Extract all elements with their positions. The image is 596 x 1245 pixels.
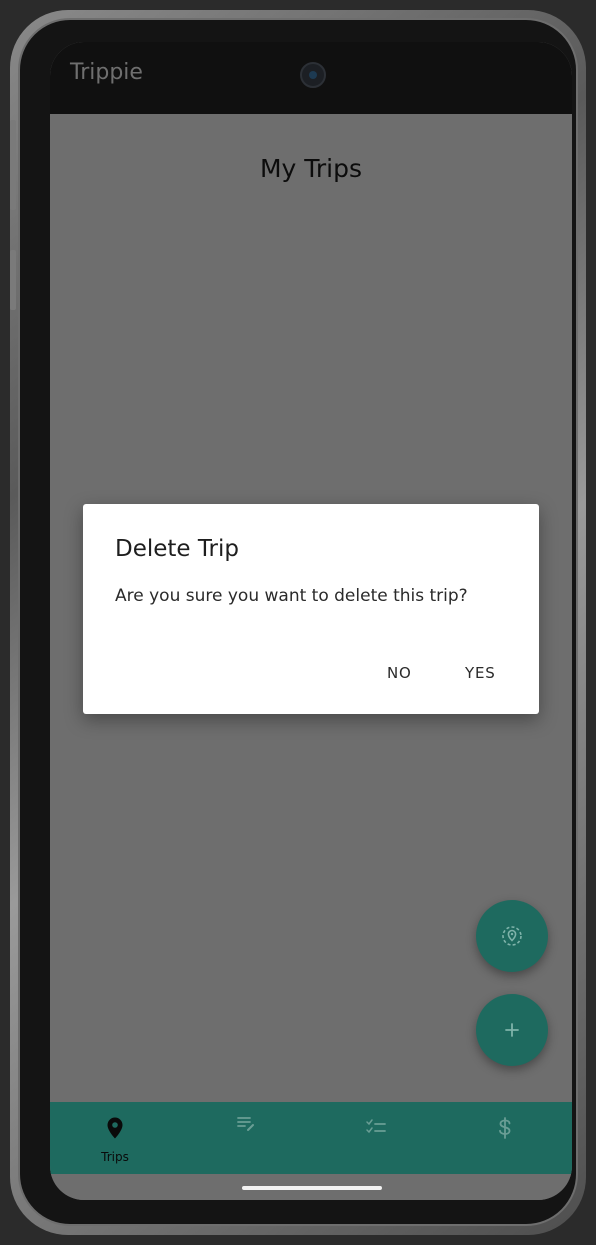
no-button[interactable]: NO	[387, 664, 412, 682]
phone-screen: Trippie My Trips Delete Trip Are you sur…	[50, 42, 572, 1200]
location-fab[interactable]	[476, 900, 548, 972]
add-trip-fab[interactable]	[476, 994, 548, 1066]
delete-trip-dialog: Delete Trip Are you sure you want to del…	[83, 504, 539, 714]
app-title: Trippie	[70, 60, 143, 85]
nav-item-expenses[interactable]	[440, 1102, 570, 1174]
bottom-navigation: Trips	[50, 1102, 572, 1174]
nav-label-trips: Trips	[101, 1150, 129, 1164]
home-indicator[interactable]	[242, 1186, 382, 1190]
dialog-title: Delete Trip	[115, 536, 239, 562]
phone-side-button	[10, 120, 16, 210]
nav-item-checklist[interactable]	[310, 1102, 440, 1174]
phone-side-button	[10, 250, 16, 310]
top-app-bar: Trippie	[50, 42, 572, 114]
page-title: My Trips	[259, 154, 363, 183]
dialog-message: Are you sure you want to delete this tri…	[115, 586, 468, 606]
yes-button[interactable]: YES	[465, 664, 496, 682]
nav-item-trips[interactable]: Trips	[50, 1102, 180, 1174]
nav-item-notes[interactable]	[180, 1102, 310, 1174]
front-camera	[300, 62, 326, 88]
